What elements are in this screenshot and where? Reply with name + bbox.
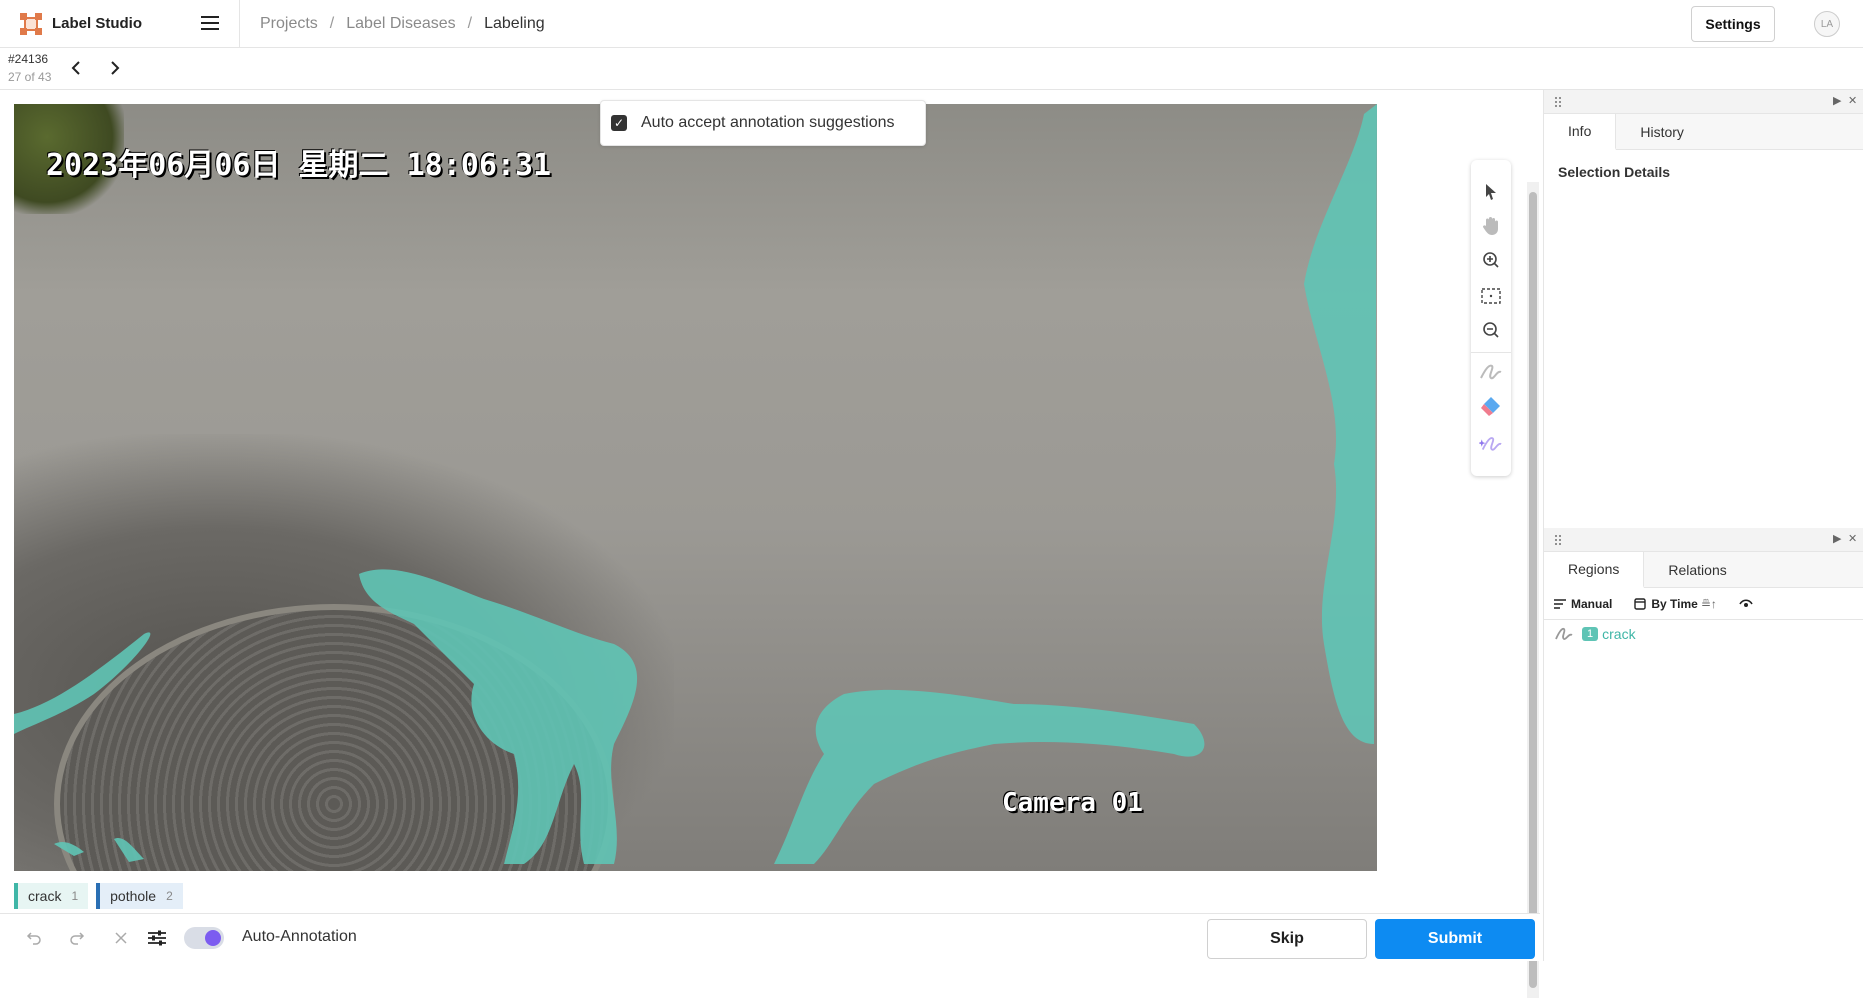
tab-history[interactable]: History — [1616, 114, 1708, 149]
auto-annotation-label: Auto-Annotation — [242, 928, 357, 945]
drag-handle-icon[interactable] — [1554, 96, 1562, 108]
label-hotkey: 2 — [166, 889, 173, 903]
regions-panel-header[interactable]: ▶ ✕ — [1544, 528, 1863, 552]
redo-icon[interactable] — [65, 926, 89, 950]
magic-brush-icon[interactable] — [1479, 432, 1503, 456]
auto-accept-label: Auto accept annotation suggestions — [641, 114, 895, 131]
label-studio-logo-icon — [20, 12, 42, 35]
brush-icon[interactable] — [1479, 360, 1503, 384]
prev-task-button[interactable] — [64, 56, 88, 80]
breadcrumb: Projects / Label Diseases / Labeling — [260, 14, 545, 33]
label-crack[interactable]: crack 1 — [14, 883, 89, 909]
label-hotkey: 1 — [71, 889, 79, 903]
pointer-icon[interactable] — [1479, 180, 1503, 204]
tab-regions[interactable]: Regions — [1544, 552, 1645, 588]
canvas-toolbar — [1471, 160, 1511, 476]
reset-close-icon[interactable] — [109, 926, 133, 950]
chevron-left-icon — [71, 61, 80, 75]
info-panel-header[interactable]: ▶ ✕ — [1544, 90, 1863, 114]
tab-info[interactable]: Info — [1544, 114, 1617, 150]
info-panel: ▶ ✕ Info History Selection Details — [1543, 90, 1863, 528]
region-index: 1 — [1582, 627, 1599, 641]
pan-hand-icon[interactable] — [1479, 214, 1503, 238]
auto-accept-suggestions[interactable]: ✓ Auto accept annotation suggestions — [600, 100, 926, 146]
regions-tabs: Regions Relations — [1544, 552, 1863, 588]
auto-accept-checkbox[interactable]: ✓ — [611, 115, 627, 131]
zoom-out-icon[interactable] — [1479, 318, 1503, 342]
label-list: crack 1 pothole 2 — [14, 883, 191, 909]
annotation-image[interactable]: 2023年06月06日 星期二 18:06:31 Camera 01 — [14, 104, 1377, 871]
skip-button[interactable]: Skip — [1207, 919, 1367, 959]
label-name: crack — [28, 888, 62, 904]
eraser-icon[interactable] — [1479, 394, 1503, 418]
task-position: 27 of 43 — [8, 70, 52, 84]
breadcrumb-project[interactable]: Label Diseases — [346, 15, 455, 33]
image-camera-overlay: Camera 01 — [1002, 788, 1143, 818]
sort-label: By Time — [1651, 596, 1698, 611]
undo-icon[interactable] — [22, 926, 46, 950]
crack-mask[interactable] — [14, 104, 1377, 871]
tab-relations[interactable]: Relations — [1644, 552, 1750, 587]
top-navbar: Label Studio Projects / Label Diseases /… — [0, 0, 1863, 48]
sort-direction-icon[interactable]: ≞↑ — [1701, 597, 1717, 611]
submit-button[interactable]: Submit — [1375, 919, 1535, 959]
minimize-icon[interactable]: ✕ — [1848, 94, 1857, 107]
calendar-icon — [1634, 597, 1647, 610]
app-title: Label Studio — [52, 15, 142, 32]
minimize-icon[interactable]: ✕ — [1848, 532, 1857, 545]
auto-annotation-toggle[interactable] — [184, 927, 224, 949]
app-logo[interactable]: Label Studio — [0, 0, 240, 48]
avatar[interactable]: LA — [1814, 11, 1840, 37]
regions-panel: ▶ ✕ Regions Relations Manual By Time ≞↑ … — [1543, 528, 1863, 961]
group-manual-button[interactable]: Manual — [1554, 597, 1612, 611]
collapse-arrow-icon[interactable]: ▶ — [1833, 94, 1841, 107]
sort-by-time-button[interactable]: By Time ≞↑ — [1634, 597, 1717, 611]
selection-details-title: Selection Details — [1558, 164, 1671, 180]
drag-handle-icon[interactable] — [1554, 534, 1562, 546]
next-task-button[interactable] — [103, 56, 127, 80]
region-item[interactable]: 1 crack — [1544, 620, 1863, 648]
chevron-right-icon — [111, 61, 120, 75]
region-label: crack — [1602, 626, 1636, 642]
list-icon — [1554, 598, 1566, 609]
task-id: #24136 — [8, 52, 49, 66]
regions-toolbar: Manual By Time ≞↑ — [1544, 588, 1863, 620]
group-manual-label: Manual — [1571, 596, 1613, 611]
menu-hamburger-icon[interactable] — [201, 15, 219, 32]
eye-icon — [1739, 598, 1753, 607]
visibility-toggle[interactable] — [1739, 598, 1753, 609]
brush-region-icon — [1555, 627, 1573, 640]
collapse-arrow-icon[interactable]: ▶ — [1833, 532, 1841, 545]
bottom-action-bar: Auto-Annotation Skip Submit — [0, 913, 1540, 961]
settings-sliders-icon[interactable] — [145, 926, 169, 950]
image-datetime-overlay: 2023年06月06日 星期二 18:06:31 — [46, 148, 552, 183]
canvas-scrollbar[interactable] — [1527, 182, 1539, 998]
task-bar: #24136 27 of 43 — [0, 48, 1863, 90]
label-pothole[interactable]: pothole 2 — [96, 883, 183, 909]
labeling-canvas-area: 2023年06月06日 星期二 18:06:31 Camera 01 ✓ Aut… — [0, 90, 1540, 998]
breadcrumb-current: Labeling — [484, 14, 545, 32]
fit-to-screen-icon[interactable] — [1479, 284, 1503, 308]
breadcrumb-projects[interactable]: Projects — [260, 15, 318, 33]
zoom-in-icon[interactable] — [1479, 248, 1503, 272]
info-tabs: Info History — [1544, 114, 1863, 150]
label-name: pothole — [110, 888, 157, 904]
settings-button[interactable]: Settings — [1691, 6, 1775, 42]
